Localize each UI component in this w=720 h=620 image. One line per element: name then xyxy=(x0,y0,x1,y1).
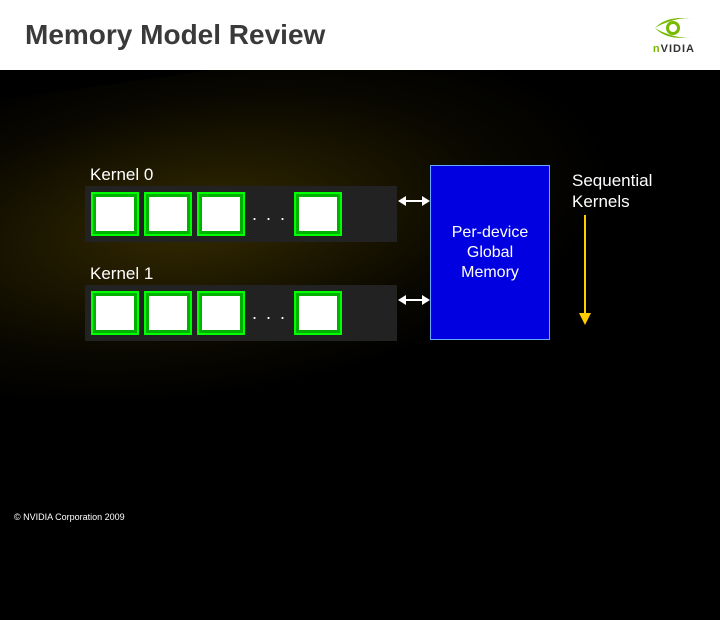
thread-block xyxy=(91,192,139,236)
diagram-stage: Kernel 0 . . . Kernel 1 . . . Per-device… xyxy=(85,165,685,341)
thread-block xyxy=(197,291,245,335)
thread-grid xyxy=(202,296,240,330)
kernel-box: . . . xyxy=(85,285,397,341)
thread-block xyxy=(144,291,192,335)
thread-block xyxy=(91,291,139,335)
ellipsis: . . . xyxy=(250,204,289,225)
global-memory-label: Per-device Global Memory xyxy=(437,223,543,283)
nvidia-wordmark: nVIDIA xyxy=(653,43,695,55)
nvidia-logo: nVIDIA xyxy=(653,15,695,55)
thread-grid xyxy=(149,296,187,330)
thread-grid xyxy=(299,296,337,330)
thread-block xyxy=(144,192,192,236)
double-arrow-icon xyxy=(398,191,430,211)
kernel-label: Kernel 1 xyxy=(90,264,685,284)
ellipsis: . . . xyxy=(250,303,289,324)
thread-grid xyxy=(149,197,187,231)
thread-grid xyxy=(96,197,134,231)
thread-block xyxy=(197,192,245,236)
brand-prefix: n xyxy=(653,43,661,55)
slide-title: Memory Model Review xyxy=(25,19,325,51)
slide-header: Memory Model Review nVIDIA xyxy=(0,0,720,70)
brand-suffix: VIDIA xyxy=(661,43,695,55)
double-arrow-icon xyxy=(398,290,430,310)
thread-block xyxy=(294,291,342,335)
thread-grid xyxy=(299,197,337,231)
kernel-group-1: Kernel 1 . . . xyxy=(85,264,685,341)
thread-block xyxy=(294,192,342,236)
kernel-box: . . . xyxy=(85,186,397,242)
copyright-text: © NVIDIA Corporation 2009 xyxy=(14,512,125,522)
thread-grid xyxy=(96,296,134,330)
sequential-kernels-label: Sequential Kernels xyxy=(572,170,685,213)
nvidia-eye-icon xyxy=(653,15,695,41)
global-memory-box: Per-device Global Memory xyxy=(430,165,550,340)
thread-grid xyxy=(202,197,240,231)
down-arrow-icon xyxy=(575,215,595,325)
